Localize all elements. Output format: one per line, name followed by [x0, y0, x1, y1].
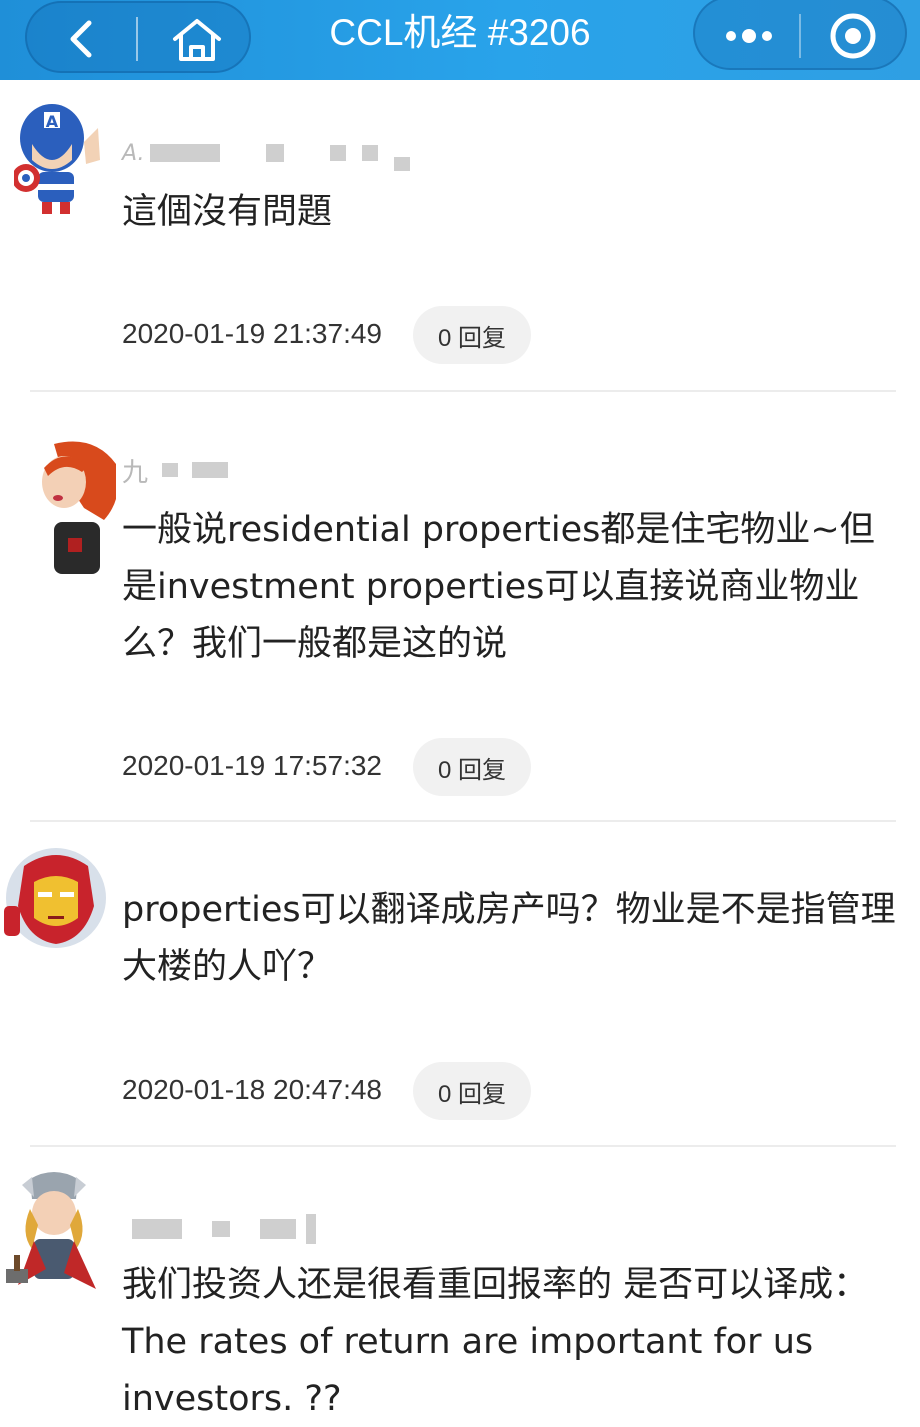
username: A.: [122, 135, 411, 171]
username-redaction: [306, 1214, 316, 1244]
svg-text:A: A: [46, 112, 59, 131]
username-redaction: [330, 145, 347, 161]
page-title: CCL机经 #3206: [329, 12, 591, 53]
iron-man-icon: [4, 848, 106, 948]
comment-body: 我们投资人还是很看重回报率的 是否可以译成：The rates of retur…: [122, 1265, 869, 1419]
comment-item: A A. 這個沒有問題 2020-01-19 21:37:49 0 回复: [0, 80, 920, 392]
username-redaction: [150, 144, 221, 162]
username-redaction: [162, 463, 179, 477]
username-redaction: [192, 462, 229, 478]
username-redaction: [260, 1219, 296, 1239]
comment-item: 我们投资人还是很看重回报率的 是否可以译成：The rates of retur…: [0, 1147, 920, 1427]
username-redaction: [212, 1221, 230, 1237]
menu-divider: [799, 14, 801, 58]
captain-america-icon: A: [12, 104, 100, 214]
chevron-left-icon: [70, 20, 92, 58]
username-redaction: [132, 1219, 182, 1239]
top-navigation-bar: CCL机经 #3206: [0, 0, 920, 80]
username-visible: A.: [122, 140, 145, 166]
target-close-icon: [830, 13, 876, 59]
comment-body: 一般说residential properties都是住宅物业~但是invest…: [122, 510, 875, 664]
reply-button[interactable]: 0 回复: [413, 1062, 531, 1120]
thor-icon: [6, 1172, 96, 1289]
comment-timestamp: 2020-01-19 21:37:49: [122, 318, 382, 349]
username-redaction: [266, 144, 285, 162]
captain-america-avatar[interactable]: A: [12, 98, 106, 216]
menu-capsule: [693, 0, 907, 70]
comment-timestamp: 2020-01-19 17:57:32: [122, 750, 382, 781]
close-button[interactable]: [827, 10, 879, 62]
comment-item: properties可以翻译成房产吗？物业是不是指管理大楼的人吖？ 2020-0…: [0, 822, 920, 1146]
home-icon: [173, 19, 221, 61]
back-button[interactable]: [57, 17, 107, 61]
comment-item: 九 一般说residential properties都是住宅物业~但是inve…: [0, 392, 920, 822]
username: 九: [122, 452, 229, 488]
comment-body: properties可以翻译成房产吗？物业是不是指管理大楼的人吖？: [122, 890, 896, 987]
black-widow-icon: [42, 441, 119, 574]
nav-capsule: [25, 1, 251, 73]
thor-avatar[interactable]: [2, 1169, 96, 1289]
iron-man-avatar[interactable]: [4, 846, 106, 964]
username-redaction: [394, 157, 411, 171]
username-redaction: [362, 145, 379, 161]
reply-button[interactable]: 0 回复: [413, 306, 531, 364]
home-button[interactable]: [167, 15, 227, 63]
comment-timestamp: 2020-01-18 20:47:48: [122, 1074, 382, 1105]
more-dots-icon: [726, 29, 772, 43]
comment-body: 這個沒有問題: [122, 192, 333, 232]
username: [122, 1211, 316, 1247]
reply-button[interactable]: 0 回复: [413, 738, 531, 796]
username-visible: 九: [122, 457, 149, 488]
nav-divider: [136, 17, 138, 61]
black-widow-avatar[interactable]: [24, 438, 119, 574]
more-button[interactable]: [719, 14, 779, 58]
